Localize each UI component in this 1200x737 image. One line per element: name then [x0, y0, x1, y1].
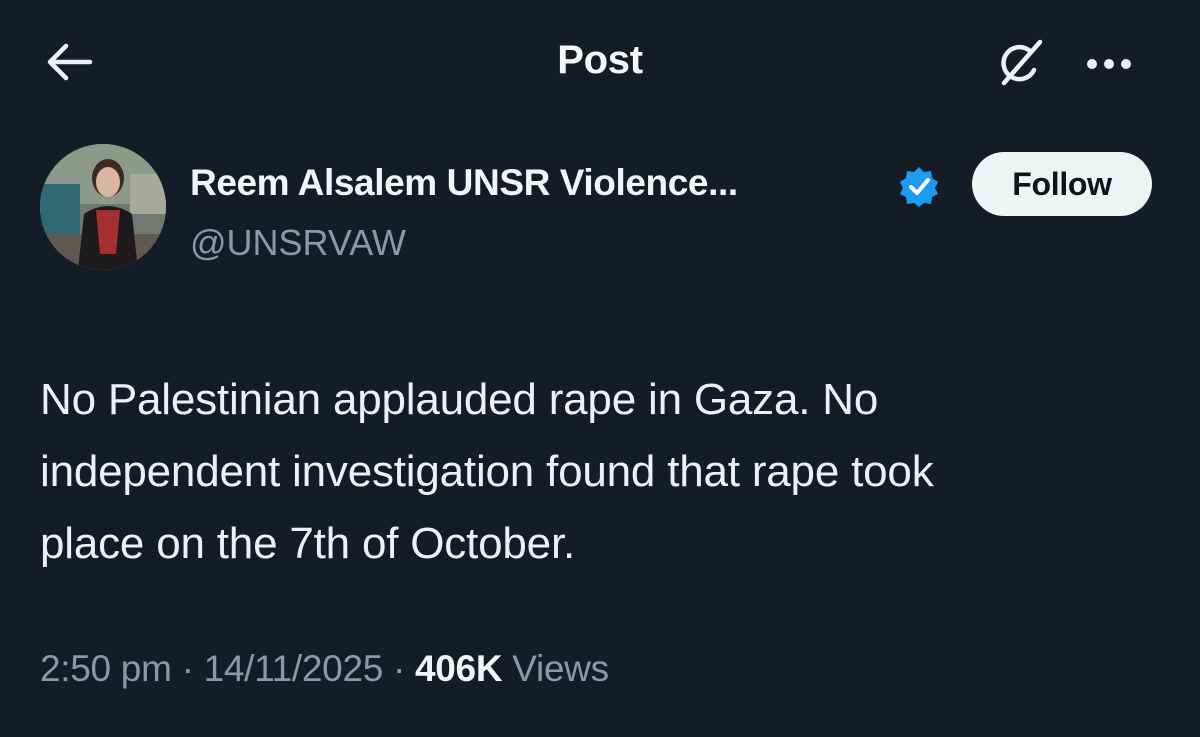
more-horizontal-icon — [1087, 59, 1131, 69]
display-name[interactable]: Reem Alsalem UNSR Violence... — [190, 162, 738, 204]
grok-icon — [1001, 39, 1043, 86]
author-row: Reem Alsalem UNSR Violence... @UNSRVAW F… — [0, 130, 1200, 300]
post-text-line: independent investigation found that rap… — [40, 447, 934, 496]
user-handle[interactable]: @UNSRVAW — [190, 222, 406, 264]
meta-separator: · — [383, 648, 415, 689]
post-text-line: place on the 7th of October. — [40, 519, 575, 568]
post-screen: Post Reem Alsalem UNSR Violence... @UNSR… — [0, 0, 1200, 737]
post-text-line: No Palestinian applauded rape in Gaza. N… — [40, 375, 879, 424]
meta-separator: · — [171, 648, 204, 689]
avatar[interactable] — [40, 144, 166, 270]
more-options-button[interactable] — [1082, 44, 1142, 84]
post-meta: 2:50 pm · 14/11/2025 · 406K Views — [40, 648, 609, 690]
follow-button[interactable]: Follow — [972, 152, 1152, 216]
avatar-photo — [40, 144, 166, 270]
verified-badge-icon — [898, 165, 940, 207]
post-text: No Palestinian applauded rape in Gaza. N… — [40, 364, 1170, 580]
views-label: Views — [502, 648, 609, 689]
top-bar: Post — [0, 0, 1200, 122]
views-count[interactable]: 406K — [415, 648, 503, 689]
post-date[interactable]: 14/11/2025 — [204, 648, 384, 689]
post-time[interactable]: 2:50 pm — [40, 648, 172, 689]
grok-button[interactable] — [990, 34, 1050, 94]
